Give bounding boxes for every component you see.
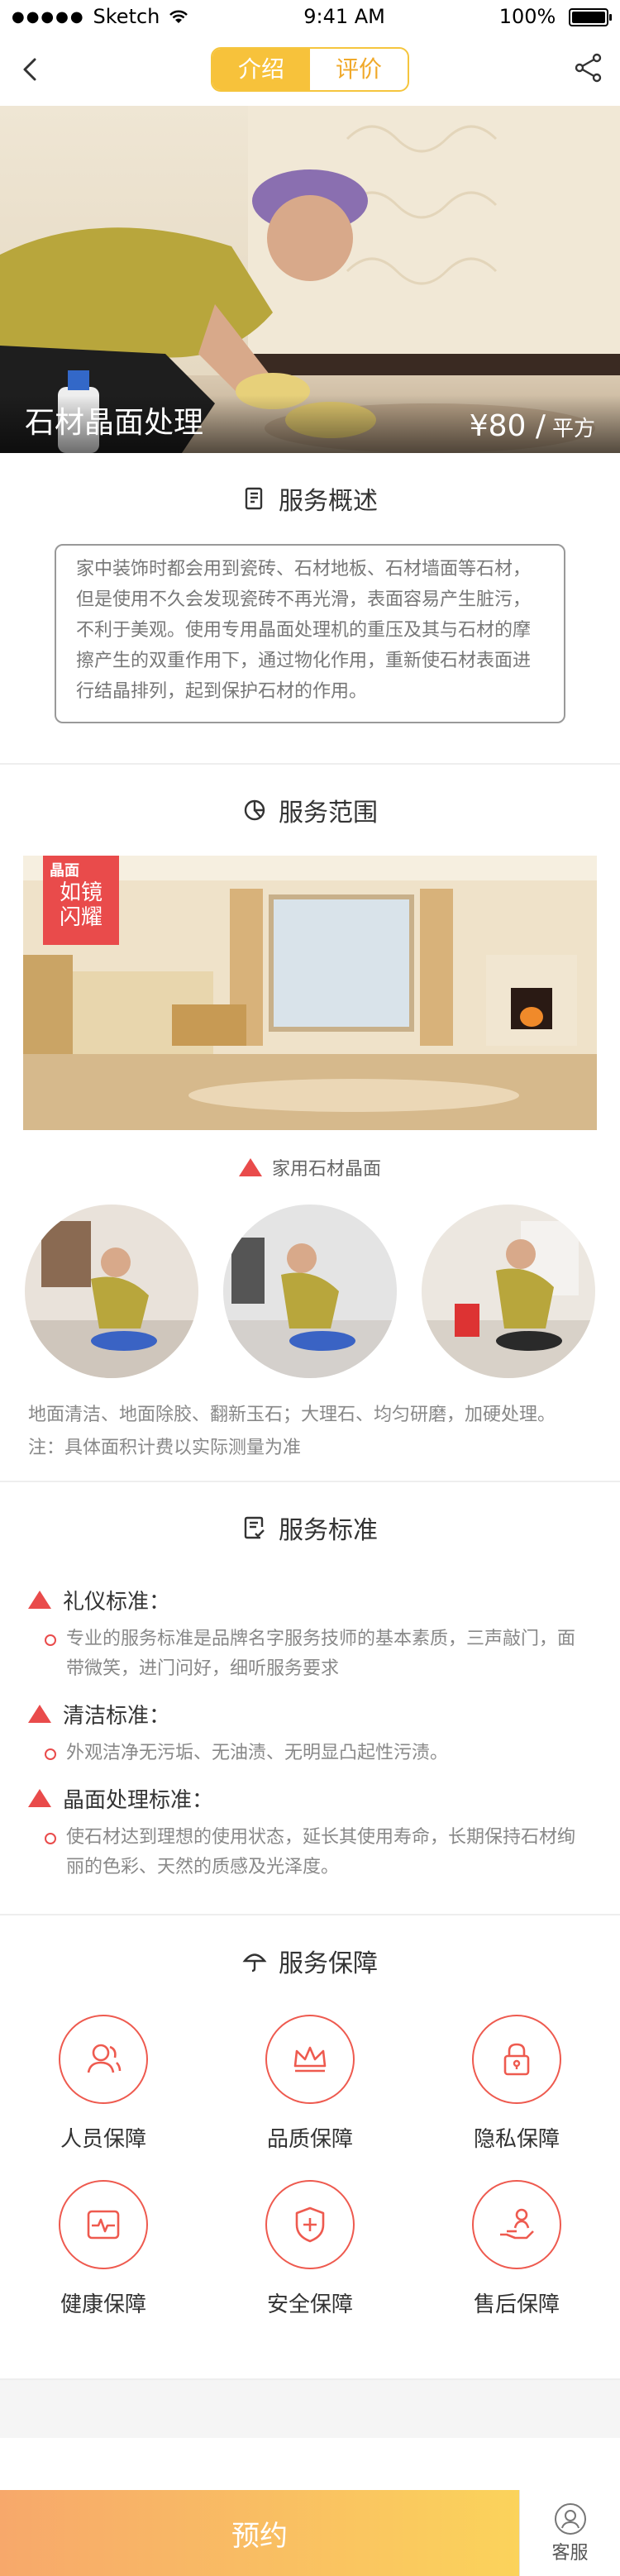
standards-heading: 服务标准	[0, 1482, 620, 1573]
guarantee-heading: 服务保障	[0, 1915, 620, 2006]
guarantee-health[interactable]: 健康保障	[0, 2180, 207, 2345]
scope-caption-label: 家用石材晶面	[271, 1159, 381, 1180]
scope-heading-label: 服务范围	[279, 799, 378, 828]
scope-caption: 家用石材晶面	[0, 1130, 620, 1205]
standard-crystal: 晶面处理标准： 使石材达到理想的使用状态，延长其使用寿命，长期保持石材绚丽的色彩…	[0, 1780, 620, 1882]
wifi-icon	[169, 10, 188, 23]
nav-bar: 介绍 评价	[0, 33, 620, 106]
checklist-icon	[244, 1516, 265, 1539]
standard-title: 清洁标准：	[28, 1696, 592, 1732]
back-icon[interactable]	[15, 53, 48, 86]
guarantee-section: 服务保障 人员保障 品质保障 隐私保障 健康保障 安全保障 售后保障	[0, 1915, 620, 2380]
guarantee-grid: 人员保障 品质保障 隐私保障 健康保障 安全保障 售后保障	[0, 2006, 620, 2378]
standard-detail-text: 专业的服务标准是品牌名字服务技师的基本素质，三声敲门，面带微笑，进门问好，细听服…	[66, 1629, 576, 1679]
guarantee-heading-label: 服务保障	[279, 1949, 378, 1978]
triangle-icon	[238, 1158, 262, 1176]
signal-icon: ●●●●●	[12, 7, 85, 26]
triangle-icon	[28, 1789, 51, 1807]
guarantee-safety[interactable]: 安全保障	[207, 2180, 413, 2345]
guarantee-personnel[interactable]: 人员保障	[0, 2015, 207, 2180]
lock-icon	[472, 2015, 561, 2104]
share-icon[interactable]	[572, 51, 605, 84]
ribbon-line3: 闪耀	[59, 905, 103, 930]
standard-detail-text: 使石材达到理想的使用状态，延长其使用寿命，长期保持石材绚丽的色彩、天然的质感及光…	[66, 1827, 576, 1877]
tab-switcher: 介绍 评价	[211, 47, 409, 92]
guarantee-label: 人员保障	[60, 2127, 146, 2152]
overview-heading-label: 服务概述	[279, 487, 378, 516]
bottom-action-bar: 预约 客服	[0, 2490, 620, 2576]
guarantee-label: 隐私保障	[473, 2127, 560, 2152]
guarantee-label: 品质保障	[266, 2127, 353, 2152]
standard-title-label: 礼仪标准：	[63, 1589, 171, 1615]
status-left: ●●●●● Sketch	[12, 5, 189, 28]
guarantee-after-sales[interactable]: 售后保障	[413, 2180, 620, 2345]
standard-title-label: 晶面处理标准：	[63, 1787, 214, 1813]
bullet-icon	[45, 1748, 56, 1760]
price-value: ¥80 /	[469, 409, 546, 443]
scope-photo: 晶面 如镜 闪耀	[23, 856, 597, 1130]
tab-intro[interactable]: 介绍	[212, 49, 310, 90]
scope-note: 注：具体面积计费以实际测量为准	[28, 1438, 302, 1458]
overview-heading: 服务概述	[0, 453, 620, 544]
book-button[interactable]: 预约	[0, 2490, 519, 2576]
heartbeat-icon	[59, 2180, 148, 2269]
scope-ribbon: 晶面 如镜 闪耀	[43, 856, 119, 945]
bullet-icon	[45, 1634, 56, 1646]
guarantee-quality[interactable]: 品质保障	[207, 2015, 413, 2180]
triangle-icon	[28, 1591, 51, 1609]
scope-description: 地面清洁、地面除胶、翻新玉石；大理石、均匀研磨，加硬处理。	[28, 1405, 556, 1425]
ribbon-line1: 晶面	[50, 862, 79, 880]
standard-title: 晶面处理标准：	[28, 1780, 592, 1816]
standard-detail: 使石材达到理想的使用状态，延长其使用寿命，长期保持石材绚丽的色彩、天然的质感及光…	[28, 1823, 592, 1882]
guarantee-label: 健康保障	[60, 2292, 146, 2317]
document-icon	[245, 487, 263, 510]
guarantee-label: 售后保障	[473, 2292, 560, 2317]
overview-section: 服务概述 家中装饰时都会用到瓷砖、石材地板、石材墙面等石材，但是使用不久会发现瓷…	[0, 453, 620, 765]
status-time: 9:41 AM	[303, 5, 385, 28]
standard-detail: 专业的服务标准是品牌名字服务技师的基本素质，三声敲门，面带微笑，进门问好，细听服…	[28, 1624, 592, 1684]
guarantee-privacy[interactable]: 隐私保障	[413, 2015, 620, 2180]
overview-text: 家中装饰时都会用到瓷砖、石材地板、石材墙面等石材，但是使用不久会发现瓷砖不再光滑…	[55, 544, 565, 723]
cleaning-photo	[25, 1205, 198, 1378]
bullet-icon	[45, 1833, 56, 1844]
status-right: 100%	[498, 5, 612, 28]
people-icon	[59, 2015, 148, 2104]
scope-heading: 服务范围	[0, 765, 620, 856]
carrier-label: Sketch	[93, 5, 160, 28]
battery-icon	[569, 8, 612, 26]
standards-heading-label: 服务标准	[279, 1516, 378, 1545]
scope-circle-photos	[0, 1205, 620, 1378]
standard-detail-text: 外观洁净无污垢、无油渍、无明显凸起性污渍。	[66, 1743, 449, 1763]
hero-banner: 石材晶面处理 ¥80 /平方	[0, 106, 620, 453]
support-agent-icon	[554, 2503, 586, 2535]
hand-person-icon	[472, 2180, 561, 2269]
bottom-spacer	[0, 2380, 620, 2438]
umbrella-icon	[242, 1953, 267, 1973]
cleaning-photo	[223, 1205, 397, 1378]
service-price: ¥80 /平方	[470, 409, 595, 443]
standard-cleaning: 清洁标准： 外观洁净无污垢、无油渍、无明显凸起性污渍。	[0, 1696, 620, 1768]
shield-plus-icon	[265, 2180, 355, 2269]
standard-detail: 外观洁净无污垢、无油渍、无明显凸起性污渍。	[28, 1739, 592, 1768]
service-title: 石材晶面处理	[25, 406, 204, 440]
battery-percent: 100%	[498, 5, 556, 28]
triangle-icon	[28, 1705, 51, 1723]
standard-etiquette: 礼仪标准： 专业的服务标准是品牌名字服务技师的基本素质，三声敲门，面带微笑，进门…	[0, 1581, 620, 1684]
customer-service-label: 客服	[551, 2543, 589, 2564]
cleaning-photo	[422, 1205, 595, 1378]
price-unit: 平方	[551, 417, 595, 441]
ribbon-line2: 如镜	[59, 880, 103, 905]
customer-service-button[interactable]: 客服	[519, 2490, 620, 2576]
pie-icon	[244, 799, 265, 821]
scope-section: 服务范围 晶面 如镜 闪耀 家用石材晶面 地面清洁、地面除胶、翻新玉石；大理石、…	[0, 765, 620, 1482]
standard-title: 礼仪标准：	[28, 1581, 592, 1618]
status-bar: ●●●●● Sketch 9:41 AM 100%	[0, 0, 620, 33]
guarantee-label: 安全保障	[266, 2292, 353, 2317]
standards-section: 服务标准 礼仪标准： 专业的服务标准是品牌名字服务技师的基本素质，三声敲门，面带…	[0, 1482, 620, 1915]
standard-title-label: 清洁标准：	[63, 1703, 171, 1729]
tab-reviews[interactable]: 评价	[310, 49, 408, 90]
crown-icon	[265, 2015, 355, 2104]
